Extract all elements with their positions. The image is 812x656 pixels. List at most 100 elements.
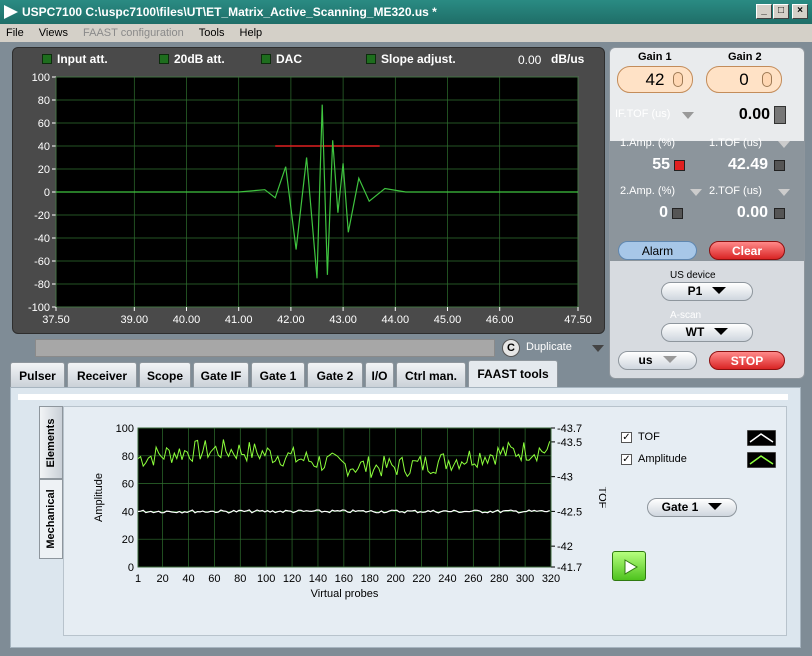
gain1-spinner[interactable]: 42: [617, 66, 693, 93]
left-tick-label: 100: [116, 423, 134, 435]
side-tab-elements[interactable]: Elements: [39, 406, 63, 479]
chevron-down-icon: [714, 328, 729, 335]
right-tick-label: -42.5: [557, 506, 582, 518]
indicator-input-att: Input att.: [42, 52, 108, 66]
tof2-dropdown-icon[interactable]: [778, 189, 790, 196]
tab-receiver[interactable]: Receiver: [67, 362, 137, 388]
amp2-dropdown-icon[interactable]: [690, 189, 702, 196]
indicator-slope-adjust: Slope adjust.: [366, 52, 456, 66]
probe-chart: 100806040200-43.7-43.5-43-42.5-42-41.71 2…: [93, 423, 606, 600]
x-tick-label: 1: [135, 573, 141, 585]
left-tick-label: 20: [122, 534, 134, 546]
right-tick-label: -43.5: [557, 437, 582, 449]
maximize-button[interactable]: □: [773, 4, 789, 19]
close-button[interactable]: ×: [792, 4, 808, 19]
unit-select[interactable]: us: [618, 351, 697, 370]
iftof-value: 0.00: [738, 106, 770, 123]
run-button[interactable]: [612, 551, 646, 581]
amp2-value: 0: [659, 204, 668, 221]
x-tick-label: 45.00: [434, 314, 462, 326]
tab-io[interactable]: I/O: [365, 362, 394, 388]
menu-faast-configuration[interactable]: FAAST configuration: [77, 24, 190, 42]
led-icon: [42, 54, 52, 64]
x-tick-label: 120: [283, 573, 301, 585]
x-tick-label: 39.00: [121, 314, 149, 326]
stop-button[interactable]: STOP: [709, 351, 785, 370]
x-tick-label: 280: [490, 573, 508, 585]
right-tick-label: -43: [557, 472, 573, 484]
chevron-down-icon: [712, 287, 727, 294]
tab-faast-tools[interactable]: FAAST tools: [468, 360, 558, 388]
tab-scope[interactable]: Scope: [139, 362, 191, 388]
y-tick-label: -80: [34, 279, 50, 291]
menu-views[interactable]: Views: [33, 24, 74, 42]
x-tick-label: 41.00: [225, 314, 253, 326]
panel-separator: [18, 394, 788, 400]
alarm-indicator: Alarm: [618, 241, 697, 260]
c-circle-icon[interactable]: C: [502, 339, 520, 357]
window-title: USPC7100 C:\uspc7100\files\UT\ET_Matrix_…: [22, 5, 437, 19]
x-tick-label: 40: [182, 573, 194, 585]
tab-gate-2[interactable]: Gate 2: [307, 362, 363, 388]
slope-value: 0.00: [518, 53, 542, 67]
x-tick-label: 220: [412, 573, 430, 585]
x-tick-label: 43.00: [329, 314, 357, 326]
x-tick-label: 40.00: [173, 314, 201, 326]
gain2-label: Gain 2: [728, 51, 762, 63]
led-icon: [159, 54, 169, 64]
x-tick-label: 180: [361, 573, 379, 585]
tof2-value: 0.00: [736, 204, 768, 221]
x-tick-label: 44.00: [382, 314, 410, 326]
tab-gate-if[interactable]: Gate IF: [193, 362, 249, 388]
gate-select[interactable]: Gate 1: [647, 498, 737, 517]
x-tick-label: 320: [542, 573, 560, 585]
ascan-chart: 100 80 60 40 20 0 -20 -40 -60 -80 -10037.50 39.00 40…: [28, 72, 592, 326]
ascan-label: A-scan: [670, 310, 702, 321]
tof1-dropdown-icon[interactable]: [778, 141, 790, 148]
iftof-label: IF.TOF (us): [615, 108, 671, 120]
indicator-dac: DAC: [261, 52, 302, 66]
tof2-label: 2.TOF (us): [709, 185, 762, 197]
chevron-down-icon: [662, 356, 677, 363]
play-icon: [624, 559, 638, 575]
tof1-value: 42.49: [727, 156, 768, 173]
tof-line-style-icon[interactable]: [747, 430, 776, 446]
x-tick-label: 47.50: [564, 314, 592, 326]
led-icon: [261, 54, 271, 64]
gain2-spinner[interactable]: 0: [706, 66, 782, 93]
side-tab-mechanical[interactable]: Mechanical: [39, 479, 63, 559]
amp2-led: [672, 208, 683, 219]
menu-help[interactable]: Help: [234, 24, 269, 42]
amplitude-line-style-icon[interactable]: [747, 452, 776, 468]
spin-arrows-icon[interactable]: [673, 72, 683, 87]
led-icon: [366, 54, 376, 64]
faast-tools-panel: Elements Mechanical 100 80 60 40 20 0 -43.7 -43…: [10, 387, 801, 648]
x-tick-label: 100: [257, 573, 275, 585]
iftof-scroll-icon[interactable]: [774, 106, 786, 124]
y-tick-label: -20: [34, 210, 50, 222]
tab-ctrl-man[interactable]: Ctrl man.: [396, 362, 466, 388]
minimize-button[interactable]: _: [756, 4, 772, 19]
x-tick-label: 200: [386, 573, 404, 585]
clear-button[interactable]: Clear: [709, 241, 785, 260]
tab-gate-1[interactable]: Gate 1: [251, 362, 305, 388]
x-tick-label: 240: [438, 573, 456, 585]
left-tick-label: 80: [122, 451, 134, 463]
amplitude-checkbox[interactable]: ✓: [621, 454, 632, 465]
menu-tools[interactable]: Tools: [193, 24, 231, 42]
usdevice-select[interactable]: P1: [661, 282, 753, 301]
menu-file[interactable]: File: [0, 24, 30, 42]
amp1-label: 1.Amp. (%): [620, 137, 676, 149]
tab-pulser[interactable]: Pulser: [10, 362, 65, 388]
tof-checkbox[interactable]: ✓: [621, 432, 632, 443]
iftof-dropdown-icon[interactable]: [682, 112, 694, 119]
spin-arrows-icon[interactable]: [762, 72, 772, 87]
x-tick-label: 160: [335, 573, 353, 585]
y-tick-label: -100: [28, 302, 50, 314]
title-bar: USPC7100 C:\uspc7100\files\UT\ET_Matrix_…: [0, 0, 812, 24]
probe-plot-area: [137, 427, 552, 568]
duplicate-dropdown-icon[interactable]: [592, 345, 604, 352]
app-icon: [4, 5, 18, 19]
ascan-select[interactable]: WT: [661, 323, 753, 342]
y-tick-label: 40: [38, 141, 50, 153]
